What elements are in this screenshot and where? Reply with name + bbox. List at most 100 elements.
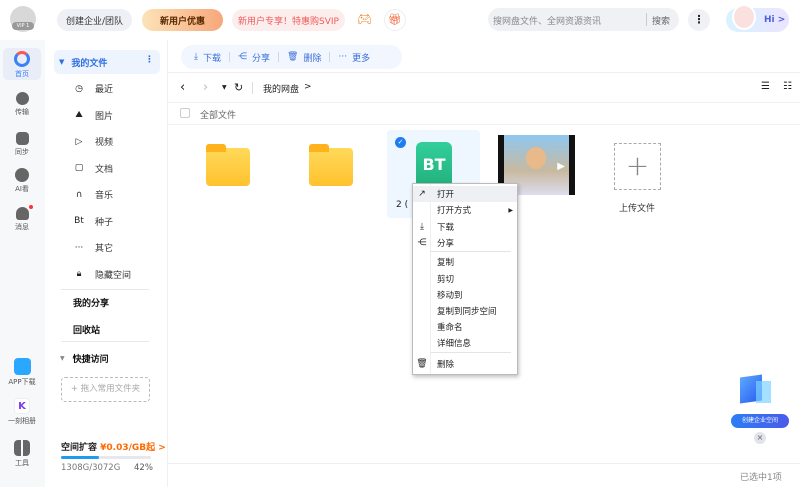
context-menu-item[interactable]: 🗑︎ 删除 — [413, 356, 517, 372]
rail-item-transfer[interactable]: 传输 — [3, 92, 41, 117]
context-menu-item[interactable]: 打开方式 ▶ — [413, 202, 517, 218]
sidebar-item-recycle-bin[interactable]: 回收站 — [73, 323, 100, 336]
list-view-icon[interactable]: ☷ — [783, 81, 792, 92]
context-menu-item[interactable]: 剪切 — [413, 271, 517, 287]
gift-icon[interactable]: 🎁︎ — [384, 9, 406, 31]
assistant-button[interactable]: Hi > — [726, 4, 789, 32]
context-menu-item[interactable]: ⋲ 分享 — [413, 235, 517, 251]
more-vertical-icon[interactable]: ⋮ — [145, 55, 154, 65]
rail-label: APP下载 — [8, 378, 36, 386]
more-button[interactable]: ··· 更多 — [338, 51, 370, 64]
rail-item-album[interactable]: K 一刻相册 — [3, 398, 41, 426]
sidebar-item-2[interactable]: ▷ 视频 — [73, 135, 114, 149]
menu-gutter-divider — [430, 184, 431, 374]
sidebar-item-3[interactable]: ▢ 文档 — [73, 162, 113, 175]
folder-tile[interactable] — [180, 130, 273, 218]
context-menu-item[interactable]: ↗ 打开 — [413, 186, 517, 202]
submenu-arrow-icon: ▶ — [508, 206, 513, 214]
rail-label: 同步 — [15, 148, 29, 156]
bt-file-icon: BT — [416, 142, 452, 188]
clock-icon: ◷ — [75, 83, 83, 94]
rail-item-sync[interactable]: 同步 — [3, 132, 41, 157]
breadcrumb-chevron-icon[interactable]: > — [304, 82, 312, 92]
rail-item-app-download[interactable]: APP下载 — [3, 358, 41, 387]
upload-file-button[interactable]: + — [614, 143, 661, 190]
menu-separator — [430, 352, 511, 353]
computer-icon — [756, 381, 771, 403]
sidebar-item-my-share[interactable]: 我的分享 — [73, 296, 109, 309]
drag-folder-dropzone[interactable]: + 拖入常用文件夹 — [61, 377, 150, 402]
upload-label: 上传文件 — [619, 204, 656, 214]
download-label: 下载 — [202, 53, 221, 64]
storage-expand[interactable]: 空间扩容 ¥0.03/GB起 > — [61, 440, 166, 453]
context-menu-item[interactable]: 移动到 — [413, 287, 517, 303]
sidebar-item-7[interactable]: 🔒︎ 隐藏空间 — [73, 268, 131, 281]
create-enterprise-button[interactable]: 创建企业空间 — [731, 414, 789, 428]
back-icon[interactable]: ‹ — [180, 80, 185, 95]
search-input[interactable]: 搜网盘文件、全网资源资讯 — [493, 14, 601, 27]
context-menu-item[interactable]: 详细信息 — [413, 335, 517, 351]
rail-item-home[interactable]: 首页 — [3, 48, 41, 80]
select-all-checkbox[interactable] — [180, 108, 190, 118]
sort-icon[interactable]: ☰ — [761, 81, 770, 92]
history-dropdown-icon[interactable]: ▼ — [222, 84, 227, 91]
divider — [61, 341, 149, 342]
my-files-label: 我的文件 — [71, 58, 108, 69]
delete-button[interactable]: 🗑︎ 删除 — [287, 51, 321, 64]
sidebar-item-4[interactable]: ∩ 音乐 — [73, 188, 113, 202]
open-icon: ↗ — [418, 189, 426, 199]
divider — [252, 82, 253, 94]
quick-access-header[interactable]: ▼ 快捷访问 — [60, 352, 109, 365]
rail-item-ai[interactable]: AI看 — [3, 168, 41, 194]
game-icon[interactable]: 🎮︎ — [357, 12, 372, 26]
app-download-icon — [13, 358, 31, 375]
storage-progress-bar — [61, 456, 151, 459]
download-button[interactable]: ⤓ 下载 — [194, 51, 221, 64]
selection-status: 已选中1项 — [740, 473, 782, 483]
sidebar-item-6[interactable]: ··· 其它 — [73, 241, 113, 255]
storage-offer-link[interactable]: ¥0.03/GB起 > — [100, 443, 166, 453]
rail-item-messages[interactable]: 消息 — [3, 205, 41, 232]
close-icon[interactable]: × — [754, 432, 766, 444]
divider — [168, 463, 800, 464]
svip-promo-button[interactable]: 新用户专享！特惠购SVIP — [232, 9, 345, 31]
selected-check-icon[interactable]: ✓ — [395, 137, 406, 148]
context-menu-item[interactable]: 复制 — [413, 254, 517, 270]
refresh-icon[interactable]: ↻ — [234, 81, 243, 94]
search-box[interactable]: 搜网盘文件、全网资源资讯 搜索 — [488, 8, 679, 31]
hi-label: Hi > — [764, 15, 786, 25]
rail-item-tools[interactable]: 工具 — [3, 440, 41, 468]
trash-icon: 🗑︎ — [416, 359, 428, 369]
context-menu-item[interactable]: ⤓ 下载 — [413, 219, 517, 235]
forward-icon[interactable]: › — [203, 80, 208, 95]
image-icon: ⛰ — [75, 110, 83, 120]
new-user-offer-button[interactable]: 新用户优惠 — [142, 9, 223, 31]
create-team-button[interactable]: 创建企业/团队 — [57, 9, 132, 31]
search-button[interactable]: 搜索 — [652, 14, 670, 27]
folder-tile[interactable] — [283, 130, 376, 218]
divider — [168, 72, 800, 73]
music-icon: ∩ — [75, 189, 83, 200]
share-button[interactable]: ⋲ 分享 — [238, 51, 270, 64]
breadcrumb-my-disk[interactable]: 我的网盘 — [263, 82, 299, 95]
context-menu: ↗ 打开打开方式 ▶ ⤓ 下载 ⋲ 分享复制 剪切 移动到 复制到同步空间 重命名 详细信息 🗑︎ 删除 — [412, 183, 518, 375]
sidebar-item-1[interactable]: ⛰ 图片 — [73, 109, 113, 122]
more-vertical-icon[interactable]: ⋮ — [688, 9, 710, 31]
menu-item-label: 打开 — [437, 190, 455, 200]
context-menu-item[interactable]: 重命名 — [413, 319, 517, 335]
context-menu-item[interactable]: 复制到同步空间 — [413, 303, 517, 319]
rail-label: 首页 — [15, 70, 29, 78]
left-rail: 首页 传输 同步 AI看 消息 APP下载 K 一刻相册 工具 — [0, 40, 45, 487]
avatar[interactable]: VIP 1 — [10, 6, 36, 32]
sidebar-item-0[interactable]: ◷ 最近 — [73, 82, 113, 96]
sidebar-item-label: 视频 — [95, 138, 114, 148]
sidebar-item-5[interactable]: Bt 种子 — [73, 215, 113, 228]
transfer-icon — [15, 92, 29, 105]
rail-label: 工具 — [15, 459, 29, 467]
divider — [61, 289, 149, 290]
toolbar: ⤓ 下载 ⋲ 分享 🗑︎ 删除 ··· 更多 — [181, 45, 402, 69]
delete-label: 删除 — [303, 53, 322, 64]
sidebar-item-label: 图片 — [95, 111, 114, 122]
tools-grid-icon — [14, 440, 30, 456]
my-files-header[interactable]: ▼ 我的文件 ⋮ — [54, 50, 160, 74]
